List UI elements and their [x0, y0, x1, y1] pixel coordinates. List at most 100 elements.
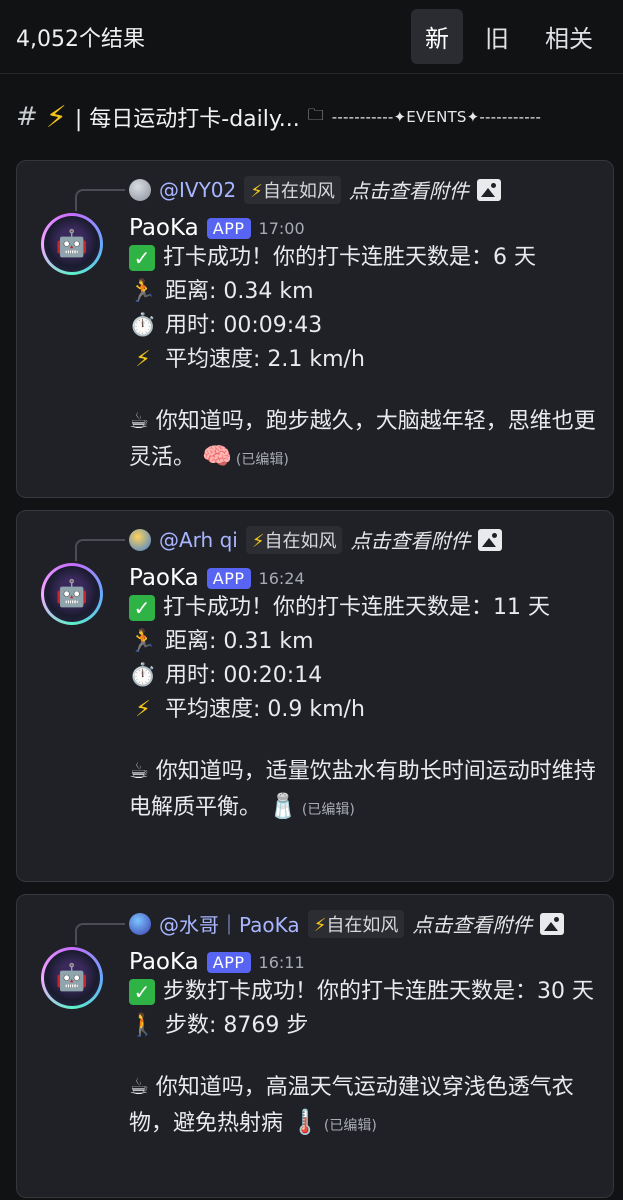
- reply-attachment-link[interactable]: 点击查看附件: [412, 909, 532, 938]
- stopwatch-icon: ⏱️: [129, 663, 157, 688]
- reply-attachment-link[interactable]: 点击查看附件: [349, 175, 469, 204]
- success-line: ✓ 步数打卡成功！你的打卡连胜天数是：30 天: [129, 975, 599, 1009]
- runner-icon: 🏃: [129, 629, 157, 654]
- image-icon: [476, 178, 501, 201]
- search-header: 4,052个结果 新 旧 相关: [0, 0, 623, 74]
- lightning-icon: ⚡: [135, 697, 151, 722]
- folder-icon: 🗀: [307, 104, 324, 124]
- distance-line: 🏃 距离: 0.34 km: [129, 275, 599, 309]
- lightning-icon: ⚡: [135, 347, 151, 372]
- tip-text: 你知道吗，跑步越久，大脑越年轻，思维也更灵活。: [129, 409, 596, 470]
- check-icon: ✓: [129, 979, 155, 1005]
- salt-icon: 🧂: [268, 792, 298, 820]
- reply-tag: ⚡自在如风: [244, 175, 341, 204]
- app-badge: APP: [206, 951, 251, 973]
- coffee-icon: ☕: [129, 409, 149, 434]
- sort-tab-old[interactable]: 旧: [471, 9, 523, 64]
- reply-user[interactable]: @IVY02: [159, 178, 236, 202]
- message-body: PaoKa APP 17:00 ✓ 打卡成功！你的打卡连胜天数是：6 天 🏃 距离:…: [129, 215, 599, 477]
- runner-icon: 🏃: [129, 279, 157, 304]
- tip-text-block: ☕ 你知道吗，高温天气运动建议穿浅色透气衣物，避免热射病 🌡️ (已编辑): [129, 1071, 599, 1143]
- timestamp: 16:24: [258, 568, 305, 588]
- author-name[interactable]: PaoKa: [129, 565, 199, 591]
- reply-tag: ⚡自在如风: [245, 525, 343, 554]
- reply-preview[interactable]: @IVY02 ⚡自在如风 点击查看附件: [129, 175, 501, 204]
- avatar[interactable]: 🤖: [41, 213, 103, 275]
- reply-avatar: [129, 912, 151, 935]
- reply-avatar: [129, 178, 151, 201]
- sort-tab-new[interactable]: 新: [411, 9, 463, 64]
- app-badge: APP: [206, 567, 251, 589]
- duration-line: ⏱️ 用时: 00:09:43: [129, 309, 599, 343]
- message-card[interactable]: @IVY02 ⚡自在如风 点击查看附件 🤖 PaoKa APP 17:00 ✓ 打…: [16, 160, 614, 498]
- distance-text: 距离: 0.34 km: [165, 279, 314, 304]
- speed-text: 平均速度: 2.1 km/h: [165, 347, 365, 372]
- message-card[interactable]: @水哥｜PaoKa ⚡自在如风 点击查看附件 🤖 PaoKa APP 16:11…: [16, 894, 614, 1198]
- steps-line: 🚶 步数: 8769 步: [129, 1009, 599, 1043]
- success-line: ✓ 打卡成功！你的打卡连胜天数是：11 天: [129, 591, 599, 625]
- edited-label: (已编辑): [301, 802, 355, 818]
- edited-label: (已编辑): [235, 452, 289, 468]
- distance-text: 距离: 0.31 km: [165, 629, 314, 654]
- avatar[interactable]: 🤖: [41, 947, 103, 1009]
- reply-connector: [75, 923, 125, 945]
- app-badge: APP: [206, 217, 251, 239]
- reply-avatar: [129, 528, 151, 551]
- channel-row[interactable]: # ⚡ | 每日运动打卡-daily... 🗀 -----------✦EVEN…: [0, 74, 623, 160]
- author-name[interactable]: PaoKa: [129, 949, 199, 975]
- reply-tag-label: 自在如风: [264, 530, 337, 552]
- duration-text: 用时: 00:20:14: [165, 663, 323, 688]
- steps-text: 步数: 8769 步: [165, 1013, 309, 1038]
- walker-icon: 🚶: [129, 1013, 157, 1038]
- speed-line: ⚡ 平均速度: 2.1 km/h: [129, 343, 599, 377]
- reply-connector: [75, 539, 125, 561]
- tip-text-block: ☕ 你知道吗，适量饮盐水有助长时间运动时维持电解质平衡。 🧂 (已编辑): [129, 755, 599, 827]
- robot-icon: 🤖: [44, 950, 100, 1006]
- reply-user[interactable]: @水哥｜PaoKa: [159, 909, 300, 938]
- speed-text: 平均速度: 0.9 km/h: [165, 697, 365, 722]
- channel-category: -----------✦EVENTS✦-----------: [331, 108, 542, 126]
- check-icon: ✓: [129, 245, 155, 271]
- sort-tab-relevant[interactable]: 相关: [531, 9, 607, 64]
- robot-icon: 🤖: [44, 216, 100, 272]
- reply-preview[interactable]: @Arh qi ⚡自在如风 点击查看附件: [129, 525, 503, 554]
- stopwatch-icon: ⏱️: [129, 313, 157, 338]
- search-results: @IVY02 ⚡自在如风 点击查看附件 🤖 PaoKa APP 17:00 ✓ 打…: [0, 160, 623, 1198]
- sort-tabs: 新 旧 相关: [411, 9, 607, 64]
- distance-line: 🏃 距离: 0.31 km: [129, 625, 599, 659]
- author-name[interactable]: PaoKa: [129, 215, 199, 241]
- channel-hash: #: [16, 102, 38, 132]
- success-line: ✓ 打卡成功！你的打卡连胜天数是：6 天: [129, 241, 599, 275]
- success-text: 打卡成功！你的打卡连胜天数是：11 天: [163, 595, 550, 620]
- reply-user[interactable]: @Arh qi: [159, 528, 238, 552]
- result-count: 4,052个结果: [16, 26, 145, 52]
- tip-text-block: ☕ 你知道吗，跑步越久，大脑越年轻，思维也更灵活。 🧠 (已编辑): [129, 405, 599, 477]
- success-text: 打卡成功！你的打卡连胜天数是：6 天: [163, 245, 536, 270]
- thermometer-icon: 🌡️: [290, 1108, 320, 1136]
- message-card[interactable]: @Arh qi ⚡自在如风 点击查看附件 🤖 PaoKa APP 16:24 ✓…: [16, 510, 614, 882]
- speed-line: ⚡ 平均速度: 0.9 km/h: [129, 693, 599, 727]
- duration-line: ⏱️ 用时: 00:20:14: [129, 659, 599, 693]
- message-body: PaoKa APP 16:11 ✓ 步数打卡成功！你的打卡连胜天数是：30 天 🚶…: [129, 949, 599, 1143]
- duration-text: 用时: 00:09:43: [165, 313, 323, 338]
- channel-name: | 每日运动打卡-daily...: [74, 107, 300, 132]
- message-body: PaoKa APP 16:24 ✓ 打卡成功！你的打卡连胜天数是：11 天 🏃 距离…: [129, 565, 599, 827]
- success-text: 步数打卡成功！你的打卡连胜天数是：30 天: [163, 979, 594, 1004]
- image-icon: [540, 912, 565, 935]
- tip-text: 你知道吗，适量饮盐水有助长时间运动时维持电解质平衡。: [129, 759, 596, 820]
- timestamp: 17:00: [258, 218, 305, 238]
- reply-tag: ⚡自在如风: [307, 909, 405, 938]
- edited-label: (已编辑): [323, 1118, 377, 1134]
- reply-tag-label: 自在如风: [262, 180, 335, 202]
- reply-tag-label: 自在如风: [326, 914, 399, 936]
- reply-preview[interactable]: @水哥｜PaoKa ⚡自在如风 点击查看附件: [129, 909, 565, 938]
- timestamp: 16:11: [258, 952, 305, 972]
- avatar[interactable]: 🤖: [41, 563, 103, 625]
- image-icon: [478, 528, 503, 551]
- check-icon: ✓: [129, 595, 155, 621]
- lightning-icon: ⚡: [45, 99, 67, 135]
- robot-icon: 🤖: [44, 566, 100, 622]
- brain-icon: 🧠: [202, 442, 232, 470]
- reply-attachment-link[interactable]: 点击查看附件: [350, 525, 470, 554]
- reply-connector: [75, 189, 125, 211]
